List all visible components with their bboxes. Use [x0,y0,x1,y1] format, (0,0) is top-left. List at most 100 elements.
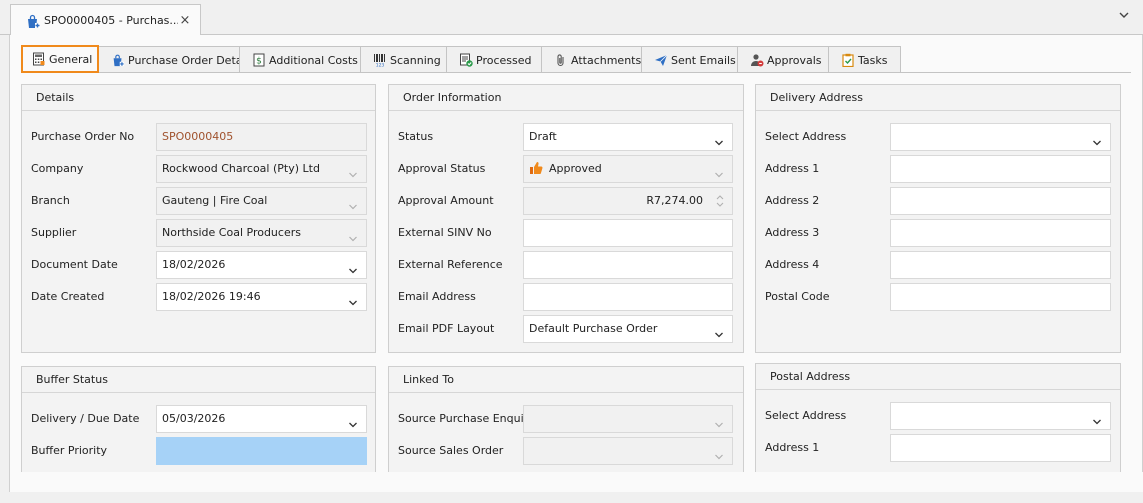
company-select[interactable]: Rockwood Charcoal (Pty) Ltd [156,155,367,183]
close-icon[interactable]: × [178,13,192,28]
status-value: Draft [529,130,557,143]
tab-label: Scanning [390,53,441,67]
tab-processed[interactable]: Processed [446,46,542,73]
supplier-select[interactable]: Northside Coal Producers [156,219,367,247]
group-title: Linked To [389,367,743,393]
approval-status-select[interactable]: Approved [523,155,733,183]
tab-approvals[interactable]: Approvals [737,46,829,73]
delivery-address-4-row: Address 4 [756,251,1120,279]
calculator-icon [32,52,46,66]
chevron-down-icon [714,446,724,460]
delivery-address-3-input[interactable] [890,219,1111,247]
order-information-group: Order Information Status Draft Approval … [388,84,744,353]
postal-address-group: Postal Address Select Address Address 1 [755,363,1121,472]
tab-scanning[interactable]: 123 Scanning [360,46,447,73]
date-created-picker[interactable]: 18/02/2026 19:46 [156,283,367,311]
chevron-down-icon[interactable] [714,324,724,338]
delivery-address-4-input[interactable] [890,251,1111,279]
postal-address-1-input[interactable] [890,434,1111,462]
tab-label: Tasks [858,53,888,67]
external-sinv-no-input[interactable] [523,219,733,247]
chevron-down-icon[interactable] [1092,132,1102,146]
delivery-address-2-input[interactable] [890,187,1111,215]
branch-label: Branch [31,194,70,207]
date-created-value: 18/02/2026 19:46 [162,290,261,303]
tab-attachments[interactable]: Attachments [541,46,642,73]
delivery-postal-code-input[interactable] [890,283,1111,311]
thumbs-up-icon [529,161,543,175]
chevron-down-icon[interactable] [1117,8,1131,22]
tabs-underline [21,72,1131,73]
address-1-label: Address 1 [765,162,820,175]
tab-tasks[interactable]: Tasks [828,46,901,73]
delivery-postal-code-row: Postal Code [756,283,1120,311]
email-address-label: Email Address [398,290,476,303]
approval-status-row: Approval Status Approved [389,155,743,183]
delivery-due-date-picker[interactable]: 05/03/2026 [156,405,367,433]
chevron-down-icon[interactable] [348,292,358,306]
email-address-input[interactable] [523,283,733,311]
supplier-value: Northside Coal Producers [162,226,301,239]
email-pdf-layout-select[interactable]: Default Purchase Order [523,315,733,343]
document-tab[interactable]: SPO0000405 - Purchas... × [10,4,201,36]
email-address-row: Email Address [389,283,743,311]
date-created-row: Date Created 18/02/2026 19:46 [22,283,375,311]
email-pdf-layout-row: Email PDF Layout Default Purchase Order [389,315,743,343]
approval-amount-value: R7,274.00 [646,194,703,207]
document-date-label: Document Date [31,258,118,271]
buffer-priority-row: Buffer Priority [22,437,375,465]
tab-additional-costs[interactable]: $ Additional Costs [239,46,361,73]
delivery-select-address-dropdown[interactable] [890,123,1111,151]
status-select[interactable]: Draft [523,123,733,151]
tab-purchase-order-details[interactable]: Purchase Order Details [98,46,254,73]
document-date-picker[interactable]: 18/02/2026 [156,251,367,279]
source-sales-order-label: Source Sales Order [398,444,504,457]
approval-amount-label: Approval Amount [398,194,494,207]
tab-sent-emails[interactable]: Sent Emails [641,46,738,73]
purchase-bag-icon [25,13,41,29]
tab-label: Attachments [571,53,642,67]
select-address-label: Select Address [765,409,847,422]
postal-select-address-dropdown[interactable] [890,402,1111,430]
email-pdf-layout-label: Email PDF Layout [398,322,495,335]
tab-general[interactable]: General [21,45,99,73]
svg-text:123: 123 [376,63,385,68]
postal-address-1-row: Address 1 [756,434,1120,462]
paperclip-icon [554,53,568,67]
spinner-icon [714,191,726,211]
approval-amount-row: Approval Amount R7,274.00 [389,187,743,215]
chevron-down-icon[interactable] [348,414,358,428]
doc-check-icon [459,53,473,67]
tab-label: Processed [476,53,532,67]
purchase-bag-icon [111,53,125,67]
supplier-row: Supplier Northside Coal Producers [22,219,375,247]
document-tab-title: SPO0000405 - Purchas... [44,14,178,27]
company-row: Company Rockwood Charcoal (Pty) Ltd [22,155,375,183]
branch-select[interactable]: Gauteng | Fire Coal [156,187,367,215]
chevron-down-icon[interactable] [714,132,724,146]
document-date-value: 18/02/2026 [162,258,226,271]
tab-label: Approvals [767,53,822,67]
delivery-address-1-input[interactable] [890,155,1111,183]
chevron-down-icon[interactable] [348,260,358,274]
purchase-order-no-value: SPO0000405 [162,130,234,143]
delivery-address-3-row: Address 3 [756,219,1120,247]
purchase-order-no-row: Purchase Order No SPO0000405 [22,123,375,151]
source-purchase-enquiry-select[interactable] [523,405,733,433]
chevron-down-icon [348,196,358,210]
barcode-icon: 123 [373,53,387,67]
chevron-down-icon [714,164,724,178]
source-purchase-enquiry-label: Source Purchase Enquiry [398,412,535,425]
dollar-doc-icon: $ [252,53,266,67]
external-reference-input[interactable] [523,251,733,279]
group-title: Order Information [389,85,743,111]
chevron-down-icon[interactable] [1092,411,1102,425]
company-value: Rockwood Charcoal (Pty) Ltd [162,162,320,175]
approval-amount-field: R7,274.00 [523,187,733,215]
delivery-due-date-value: 05/03/2026 [162,412,226,425]
source-sales-order-select[interactable] [523,437,733,465]
group-title: Postal Address [756,364,1120,390]
source-purchase-enquiry-row: Source Purchase Enquiry [389,405,743,433]
supplier-label: Supplier [31,226,77,239]
delivery-select-address-row: Select Address [756,123,1120,151]
